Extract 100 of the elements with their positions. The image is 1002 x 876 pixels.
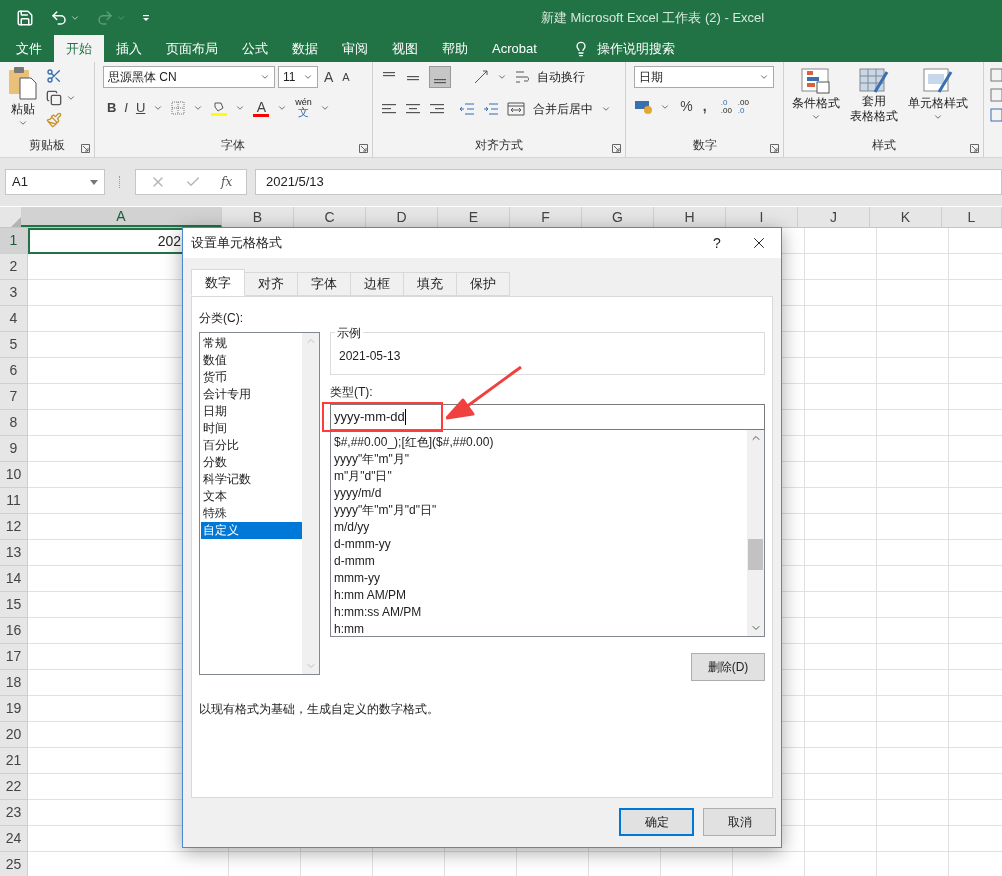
category-item[interactable]: 文本: [201, 488, 302, 505]
format-list[interactable]: $#,##0.00_);[红色]($#,##0.00) yyyy"年"m"月" m"月"d"日" yyyy/m/d yyyy"年"m"月"d"日" m/d/yy d-mmm-yy d-mmm mmm-yy h:mm AM/PM h:mm:ss AM/PM h:mm: [330, 430, 765, 637]
dialog-launcher-icon[interactable]: [770, 144, 780, 153]
ribbon-tab[interactable]: 插入: [104, 35, 154, 62]
dialog-tab[interactable]: 字体: [297, 272, 351, 296]
table-cell[interactable]: [877, 332, 949, 358]
row-header[interactable]: 14: [0, 566, 28, 592]
dialog-tab[interactable]: 数字: [191, 269, 245, 296]
delete-button[interactable]: 删除(D): [691, 653, 765, 681]
category-item[interactable]: 时间: [201, 420, 302, 437]
format-item[interactable]: mmm-yy: [334, 570, 747, 587]
table-cell[interactable]: [877, 618, 949, 644]
increase-font-button[interactable]: A: [320, 66, 337, 88]
table-cell[interactable]: [877, 566, 949, 592]
row-header[interactable]: 3: [0, 280, 28, 306]
table-cell[interactable]: [877, 254, 949, 280]
percent-button[interactable]: %: [680, 96, 693, 117]
row-header[interactable]: 6: [0, 358, 28, 384]
format-item[interactable]: $#,##0.00_);[红色]($#,##0.00): [334, 434, 747, 451]
table-cell[interactable]: [877, 410, 949, 436]
cell-styles-button[interactable]: 单元格样式: [908, 94, 969, 112]
table-cell[interactable]: [805, 774, 877, 800]
dialog-launcher-icon[interactable]: [80, 144, 90, 153]
format-item[interactable]: d-mmm-yy: [334, 536, 747, 553]
format-item[interactable]: yyyy"年"m"月"d"日": [334, 502, 747, 519]
dialog-launcher-icon[interactable]: [970, 144, 979, 153]
caret-icon[interactable]: [600, 104, 611, 114]
table-cell[interactable]: [805, 566, 877, 592]
decrease-decimal-button[interactable]: .00 .0: [737, 98, 749, 115]
row-header[interactable]: 18: [0, 670, 28, 696]
caret-icon[interactable]: [302, 72, 313, 82]
category-item[interactable]: 日期: [201, 403, 302, 420]
table-cell[interactable]: [805, 826, 877, 852]
comma-button[interactable]: ,: [702, 96, 707, 117]
decrease-indent-icon[interactable]: [458, 102, 475, 116]
caret-icon[interactable]: [235, 103, 246, 113]
table-cell[interactable]: [877, 670, 949, 696]
table-cell[interactable]: [805, 228, 877, 254]
table-cell[interactable]: [805, 410, 877, 436]
align-right-icon[interactable]: [428, 102, 445, 116]
column-header[interactable]: A: [21, 207, 222, 227]
row-header[interactable]: 8: [0, 410, 28, 436]
column-header[interactable]: K: [870, 207, 942, 227]
row-header[interactable]: 25: [0, 852, 28, 876]
table-format-icon[interactable]: [859, 68, 890, 94]
increase-indent-icon[interactable]: [482, 102, 499, 116]
category-item[interactable]: 分数: [201, 454, 302, 471]
table-cell[interactable]: [877, 774, 949, 800]
category-item[interactable]: 科学记数: [201, 471, 302, 488]
merge-center-button[interactable]: 合并后居中: [532, 100, 593, 118]
format-item[interactable]: h:mm AM/PM: [334, 587, 747, 604]
category-item[interactable]: 特殊: [201, 505, 302, 522]
name-box[interactable]: A1: [5, 169, 105, 195]
save-icon[interactable]: [16, 8, 34, 27]
row-header[interactable]: 10: [0, 462, 28, 488]
table-cell[interactable]: [877, 696, 949, 722]
column-header[interactable]: L: [942, 207, 1002, 227]
cut-icon[interactable]: [46, 68, 62, 84]
row-header[interactable]: 20: [0, 722, 28, 748]
table-cell[interactable]: [805, 670, 877, 696]
delete-cells-icon[interactable]: [990, 88, 1002, 102]
table-cell[interactable]: [877, 644, 949, 670]
row-header[interactable]: 1: [0, 228, 28, 254]
copy-icon[interactable]: [46, 90, 62, 106]
font-name-select[interactable]: 思源黑体 CN: [102, 66, 275, 88]
row-header[interactable]: 15: [0, 592, 28, 618]
table-cell[interactable]: [877, 436, 949, 462]
decrease-font-button[interactable]: A: [339, 68, 353, 86]
table-cell[interactable]: [805, 306, 877, 332]
ribbon-tab[interactable]: 公式: [230, 35, 280, 62]
borders-icon[interactable]: [171, 101, 186, 115]
scrollbar[interactable]: [302, 333, 319, 674]
table-cell[interactable]: [805, 540, 877, 566]
row-header[interactable]: 21: [0, 748, 28, 774]
format-item[interactable]: yyyy"年"m"月": [334, 451, 747, 468]
table-cell[interactable]: [805, 618, 877, 644]
category-list[interactable]: 常规 数值 货币 会计专用 日期 时间 百分比 分数 科学记数 文本 特殊 自定义: [199, 332, 320, 675]
row-header[interactable]: 24: [0, 826, 28, 852]
font-size-select[interactable]: 11: [277, 66, 318, 88]
dialog-launcher-icon[interactable]: [358, 144, 368, 153]
dialog-launcher-icon[interactable]: [612, 144, 622, 153]
wrap-text-button[interactable]: 自动换行: [536, 68, 585, 86]
caret-icon[interactable]: [153, 103, 164, 113]
bold-button[interactable]: B: [106, 98, 117, 118]
table-cell[interactable]: [805, 332, 877, 358]
table-cell[interactable]: [805, 280, 877, 306]
table-cell[interactable]: [877, 358, 949, 384]
table-cell[interactable]: [805, 436, 877, 462]
scroll-thumb[interactable]: [748, 539, 763, 570]
format-item[interactable]: m"月"d"日": [334, 468, 747, 485]
ribbon-tab[interactable]: 开始: [54, 35, 104, 62]
increase-decimal-button[interactable]: .0 .00: [720, 98, 732, 115]
table-cell[interactable]: [805, 462, 877, 488]
customize-toolbar-icon[interactable]: [142, 13, 150, 22]
orientation-icon[interactable]: [472, 69, 489, 85]
ribbon-tab[interactable]: 帮助: [430, 35, 480, 62]
table-cell[interactable]: [805, 592, 877, 618]
ok-button[interactable]: 确定: [619, 808, 694, 836]
format-item[interactable]: d-mmm: [334, 553, 747, 570]
conditional-format-button[interactable]: 条件格式: [792, 94, 841, 112]
